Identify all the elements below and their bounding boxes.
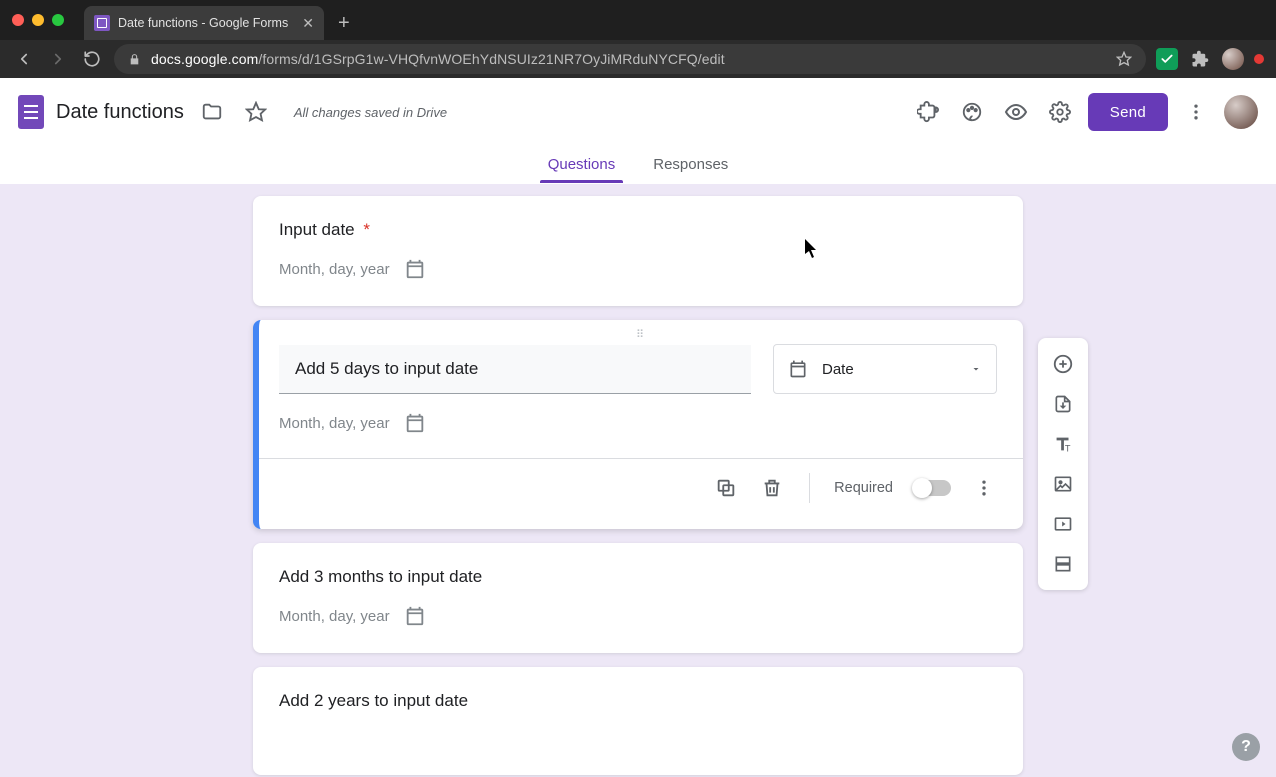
account-avatar[interactable] [1224,95,1258,129]
url-path: /forms/d/1GSrpG1w-VHQfvnWOEhYdNSUIz21NR7… [258,51,724,67]
url-host: docs.google.com [151,51,258,67]
tab-responses[interactable]: Responses [649,156,732,183]
question-type-selector[interactable]: Date [773,344,997,394]
date-answer-preview: Month, day, year [279,412,997,434]
add-section-button[interactable] [1043,544,1083,584]
browser-chrome: Date functions - Google Forms ✕ + docs.g… [0,0,1276,78]
question-title-text: Add 3 months to input date [279,567,482,586]
tab-close-button[interactable]: ✕ [288,15,314,32]
chrome-profile-avatar[interactable] [1222,48,1244,70]
date-placeholder: Month, day, year [279,608,390,625]
window-zoom-button[interactable] [52,14,64,26]
question-card[interactable]: Add 3 months to input date Month, day, y… [253,543,1023,653]
extension-green-icon[interactable] [1156,48,1178,70]
browser-tab-title: Date functions - Google Forms [118,16,288,30]
drag-handle-icon[interactable]: ⠿ [636,328,646,341]
date-type-icon [788,359,808,379]
save-status: All changes saved in Drive [294,105,447,120]
add-video-button[interactable] [1043,504,1083,544]
question-title: Add 3 months to input date [279,567,997,587]
required-star-icon: * [363,220,370,239]
question-card[interactable]: Input date * Month, day, year [253,196,1023,306]
question-title-text: Input date [279,220,355,239]
separator [809,473,810,503]
send-button[interactable]: Send [1088,93,1168,131]
divider [259,458,1023,459]
calendar-icon [404,605,426,627]
tab-questions[interactable]: Questions [544,156,620,183]
document-title[interactable]: Date functions [56,101,184,124]
add-title-button[interactable]: T [1043,424,1083,464]
bookmark-star-button[interactable] [1116,51,1132,67]
move-to-folder-button[interactable] [196,96,228,128]
star-document-button[interactable] [240,96,272,128]
import-questions-button[interactable] [1043,384,1083,424]
customize-theme-button[interactable] [956,96,988,128]
required-label: Required [834,480,893,496]
forms-header: Date functions All changes saved in Driv… [0,78,1276,146]
browser-tab-active[interactable]: Date functions - Google Forms ✕ [84,6,324,40]
addons-button[interactable] [912,96,944,128]
forms-favicon-icon [94,15,110,31]
more-menu-button[interactable] [1180,96,1212,128]
forms-logo-icon[interactable] [18,95,44,129]
reload-button[interactable] [80,47,104,71]
calendar-icon [404,412,426,434]
question-type-label: Date [822,361,854,378]
window-controls [6,0,74,40]
lock-icon [128,53,141,66]
question-card[interactable]: Add 2 years to input date [253,667,1023,775]
question-title-input[interactable] [279,345,751,394]
duplicate-button[interactable] [713,475,739,501]
extensions-button[interactable] [1188,47,1212,71]
address-bar[interactable]: docs.google.com/forms/d/1GSrpG1w-VHQfvnW… [114,44,1146,74]
question-card-active[interactable]: ⠿ Date Month, day, year [253,320,1023,529]
window-minimize-button[interactable] [32,14,44,26]
date-placeholder: Month, day, year [279,261,390,278]
delete-button[interactable] [759,475,785,501]
notification-dot-icon [1254,54,1264,64]
question-title: Add 2 years to input date [279,691,997,711]
browser-tabstrip: Date functions - Google Forms ✕ + [0,0,1276,40]
preview-button[interactable] [1000,96,1032,128]
calendar-icon [404,258,426,280]
date-answer-preview: Month, day, year [279,605,997,627]
date-answer-preview: Month, day, year [279,258,997,280]
question-title: Input date * [279,220,997,240]
question-title-text: Add 2 years to input date [279,691,468,710]
form-canvas: Input date * Month, day, year ⠿ [0,184,1276,777]
settings-button[interactable] [1044,96,1076,128]
add-question-button[interactable] [1043,344,1083,384]
question-edit-row: Date [279,344,997,394]
form-tabs: Questions Responses [0,146,1276,184]
forms-app: Date functions All changes saved in Driv… [0,78,1276,777]
chevron-down-icon [970,363,982,375]
required-toggle[interactable] [913,480,951,496]
browser-toolbar: docs.google.com/forms/d/1GSrpG1w-VHQfvnW… [0,40,1276,78]
question-more-button[interactable] [971,475,997,501]
date-placeholder: Month, day, year [279,415,390,432]
forward-button[interactable] [46,47,70,71]
question-footer: Required [279,473,997,503]
add-image-button[interactable] [1043,464,1083,504]
window-close-button[interactable] [12,14,24,26]
form-column: Input date * Month, day, year ⠿ [253,184,1023,775]
question-toolbar: T [1038,338,1088,590]
new-tab-button[interactable]: + [338,6,350,40]
svg-text:T: T [1065,443,1071,453]
help-button[interactable]: ? [1232,733,1260,761]
back-button[interactable] [12,47,36,71]
